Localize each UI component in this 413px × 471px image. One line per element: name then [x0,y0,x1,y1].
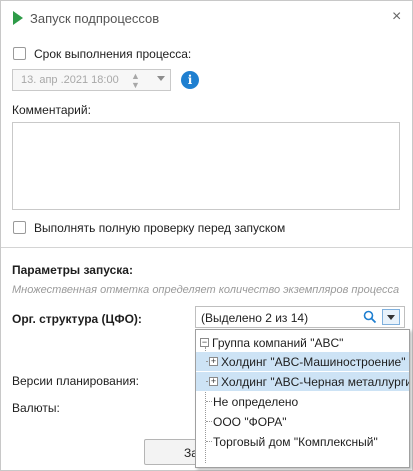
tree-node-holding-metallurgy[interactable]: + Холдинг "ABC-Черная металлургия" [196,372,409,391]
deadline-label: Срок выполнения процесса: [34,47,192,61]
section-divider [1,247,412,248]
spin-up-down-icon[interactable]: ▲ ▼ [131,72,140,90]
comment-label: Комментарий: [12,103,91,117]
tree-node-label: Холдинг "ABC-Машиностроение" [221,355,406,369]
chevron-down-icon [387,315,395,320]
tree-node-label: Холдинг "ABC-Черная металлургия" [221,375,410,389]
org-dropdown-button[interactable] [382,309,400,325]
tree-connector-h [206,421,212,422]
expand-icon[interactable]: + [209,357,218,366]
expand-icon[interactable]: + [209,377,218,386]
full-check-label: Выполнять полную проверку перед запуском [34,221,286,235]
tree-connector-h [206,441,212,442]
org-tree-popup: − Группа компаний "ABC" + Холдинг "ABC-М… [195,329,410,468]
deadline-checkbox[interactable] [13,47,26,60]
deadline-date-field[interactable]: 13. апр .2021 18:00 ▲ ▼ [12,69,171,91]
tree-node-label: Торговый дом "Комплексный" [213,435,378,449]
tree-node-fora[interactable]: ООО "ФОРА" [196,412,409,431]
versions-label: Версии планирования: [12,374,140,388]
calendar-dropdown-icon[interactable] [157,76,165,81]
collapse-icon[interactable]: − [200,338,209,347]
tree-node-label: Не определено [213,395,299,409]
tree-node-undefined[interactable]: Не определено [196,392,409,411]
launch-subprocess-dialog: Запуск подпроцессов × Срок выполнения пр… [0,0,413,471]
org-structure-value: (Выделено 2 из 14) [201,311,309,325]
tree-node-label: Группа компаний "ABC" [212,336,344,350]
currencies-label: Валюты: [12,401,60,415]
comment-textarea[interactable] [12,122,400,210]
tree-node-root[interactable]: − Группа компаний "ABC" [196,333,409,352]
dialog-title: Запуск подпроцессов [30,11,160,26]
title-bar: Запуск подпроцессов × [1,1,412,35]
full-check-checkbox[interactable] [13,221,26,234]
deadline-date-value: 13. апр .2021 18:00 [21,74,119,86]
search-icon[interactable] [363,310,377,324]
play-icon [13,11,23,25]
tree-node-trade-house[interactable]: Торговый дом "Комплексный" [196,432,409,451]
tree-node-label: ООО "ФОРА" [213,415,287,429]
close-icon[interactable]: × [392,9,401,25]
tree-connector-h [206,401,212,402]
params-hint: Множественная отметка определяет количес… [12,284,400,296]
org-structure-label: Орг. структура (ЦФО): [12,312,142,326]
params-heading: Параметры запуска: [12,263,133,277]
info-icon[interactable]: i [181,71,199,89]
tree-node-holding-machinery[interactable]: + Холдинг "ABC-Машиностроение" [196,352,409,371]
org-structure-combo[interactable]: (Выделено 2 из 14) [195,306,405,328]
